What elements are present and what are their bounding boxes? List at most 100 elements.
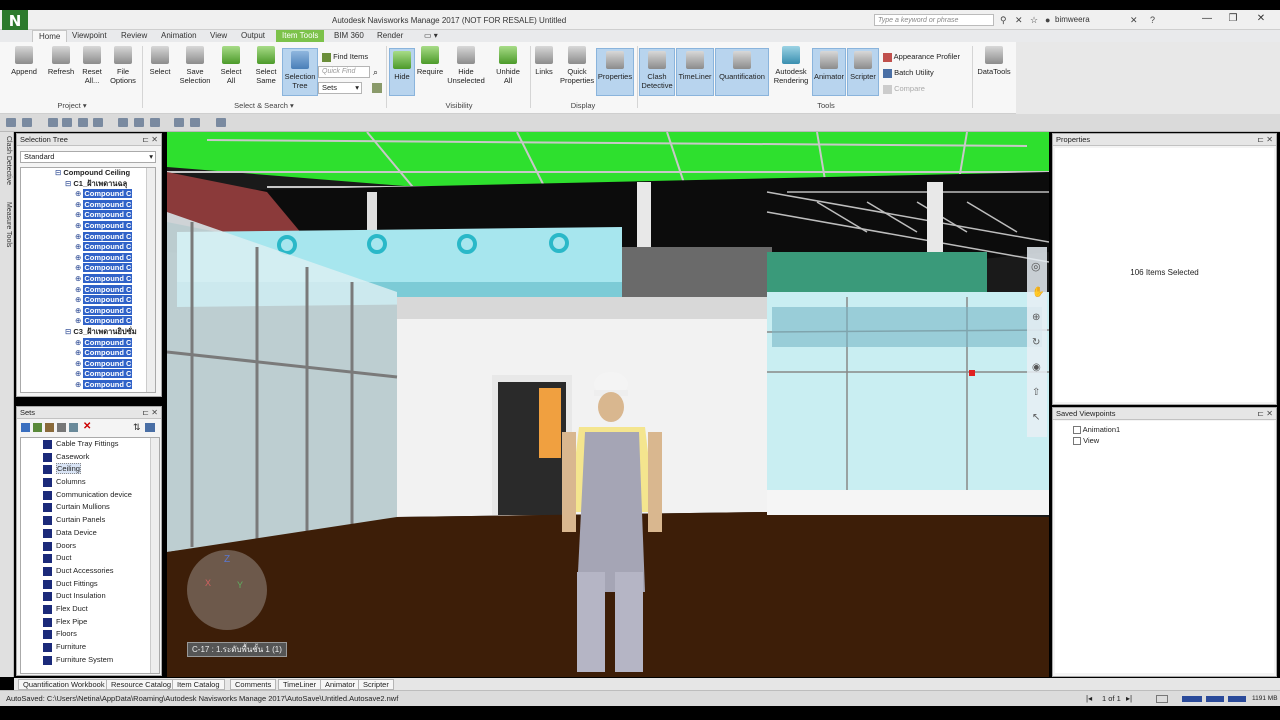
new-icon[interactable] [6,118,16,127]
refresh-icon[interactable] [118,118,128,127]
tree-row[interactable]: ⊕ Compound C [21,252,155,264]
tree-row[interactable]: ⊕ Compound C [21,189,155,200]
tab-item-catalog[interactable]: Item Catalog [172,679,225,690]
tab-quantification-workbook[interactable]: Quantification Workbook [18,679,110,690]
tree-row[interactable]: ⊟ C3_ฝ้าเพดานยิปซั่ม [21,327,155,338]
tab-timeliner[interactable]: TimeLiner [278,679,322,690]
hide-button[interactable]: Hide [389,48,415,96]
tree-row[interactable]: ⊕ Compound C [21,199,155,211]
clash-detective-button[interactable]: Clash Detective [639,48,675,96]
saved-viewpoints-list[interactable]: Animation1 View [1055,421,1274,673]
set-item[interactable]: Curtain Panels [21,514,159,527]
star-icon[interactable]: ☆ [1030,15,1038,26]
file-options-button[interactable]: File Options [108,46,138,85]
quick-find-input[interactable]: Quick Find [318,66,370,78]
batch-utility-button[interactable]: Batch Utility [883,68,934,78]
close-icon[interactable]: ✕ [1266,134,1273,146]
tree-row[interactable]: ⊕ Compound C [21,231,155,243]
tree-row[interactable]: ⊕ Compound C [21,358,155,370]
set-item[interactable]: Doors [21,540,159,553]
tab-render[interactable]: Render [371,30,409,42]
compare-button[interactable]: Compare [883,84,925,94]
set-item[interactable]: Columns [21,476,159,489]
tree-scrollbar[interactable] [146,168,155,392]
tab-scripter[interactable]: Scripter [358,679,394,690]
project-panel-label[interactable]: Project ▾ [6,101,138,110]
set-item[interactable]: Duct [21,552,159,565]
append-button[interactable]: Append [6,46,42,76]
tree-row[interactable]: ⊟ Compound Ceiling [21,168,155,179]
pin-icon[interactable]: ⊏ [142,134,149,146]
orientation-gizmo[interactable]: Z X Y [187,550,267,630]
measure-tools-dock-tab[interactable]: Measure Tools [1,202,12,257]
appearance-profiler-button[interactable]: Appearance Profiler [883,52,960,62]
select-cursor-icon[interactable]: ↖ [1032,412,1040,423]
tree-row[interactable]: ⊕ Compound C [21,348,155,359]
set-item[interactable]: Curtain Mullions [21,501,159,514]
set-item[interactable]: Flex Duct [21,603,159,616]
unhide-all-button[interactable]: Unhide All [492,46,524,85]
add-comment-icon[interactable] [69,423,78,432]
zoom-icon[interactable]: ⊕ [1032,312,1040,323]
pin-icon[interactable]: ⊏ [1257,408,1264,420]
camera-icon[interactable] [190,118,200,127]
select-same-button[interactable]: Select Same [250,46,282,85]
quick-properties-button[interactable]: Quick Properties [560,46,594,85]
last-page-icon[interactable]: ▸| [1126,694,1132,703]
set-item[interactable]: Cable Tray Fittings [21,438,159,451]
tab-resource-catalog[interactable]: Resource Catalog [106,679,177,690]
tree-row[interactable]: ⊕ Compound C [21,316,155,327]
select-search-panel-label[interactable]: Select & Search ▾ [146,101,382,110]
close-icon[interactable]: ✕ [151,134,158,146]
set-item[interactable]: Communication device [21,489,159,502]
autodesk-rendering-button[interactable]: Autodesk Rendering [770,46,812,85]
set-item[interactable]: Flex Pipe [21,616,159,629]
manage-sets-icon[interactable] [372,83,382,93]
customize-icon[interactable] [216,118,226,127]
user-icon[interactable]: ● [1045,15,1050,25]
exchange-apps-icon[interactable]: ✕ [1130,15,1138,26]
selection-tree-mode-dropdown[interactable]: Standard ▾ [20,151,156,163]
look-icon[interactable]: ◉ [1032,362,1041,373]
animator-button[interactable]: Animator [812,48,846,96]
sort-icon[interactable]: ⇅ [133,422,141,433]
reset-all-button[interactable]: Reset All... [78,46,106,85]
select-icon[interactable] [134,118,144,127]
new-folder-icon[interactable] [45,423,54,432]
tree-row[interactable]: ⊟ C1_ฝ้าเพดานฉลุ [21,179,155,190]
tab-animator[interactable]: Animator [320,679,361,690]
select-all-button[interactable]: Select All [216,46,246,85]
viewpoint-item[interactable]: View [1073,436,1099,446]
refresh-button[interactable]: Refresh [44,46,78,76]
timeliner-button[interactable]: TimeLiner [676,48,714,96]
save-search-icon[interactable] [21,423,30,432]
tab-extra-icon[interactable]: ▭ ▾ [418,30,444,42]
set-item[interactable]: Duct Accessories [21,565,159,578]
duplicate-icon[interactable] [57,423,66,432]
set-item[interactable]: Furniture [21,641,159,654]
tree-row[interactable]: ⊕ Compound C [21,369,155,380]
open-icon[interactable] [22,118,32,127]
set-item[interactable]: Duct Insulation [21,590,159,603]
delete-icon[interactable]: ✕ [83,421,91,432]
require-button[interactable]: Require [416,46,444,76]
app-logo-button[interactable]: N [2,10,28,32]
walk-icon[interactable]: ⇧ [1032,387,1040,398]
hide-unselected-button[interactable]: Hide Unselected [446,46,486,85]
tab-home[interactable]: Home [32,30,68,42]
first-page-icon[interactable]: |◂ [1086,694,1092,703]
tab-item-tools[interactable]: Item Tools [276,30,325,42]
sets-list[interactable]: Cable Tray Fittings Casework Ceiling Column… [20,437,160,674]
view-icon[interactable] [150,118,160,127]
pan-icon[interactable]: ✋ [1032,287,1044,298]
save-icon[interactable] [48,118,58,127]
set-item[interactable]: Furniture System [21,654,159,667]
save-selection-button[interactable]: Save Selection [178,46,212,85]
quantification-button[interactable]: Quantification [715,48,769,96]
tab-animation[interactable]: Animation [155,30,203,42]
selection-tree-button[interactable]: Selection Tree [282,48,318,96]
help-icon[interactable]: ? [1150,15,1155,25]
set-item[interactable]: Data Device [21,527,159,540]
tab-view[interactable]: View [204,30,233,42]
tree-row[interactable]: ⊕ Compound C [21,284,155,296]
